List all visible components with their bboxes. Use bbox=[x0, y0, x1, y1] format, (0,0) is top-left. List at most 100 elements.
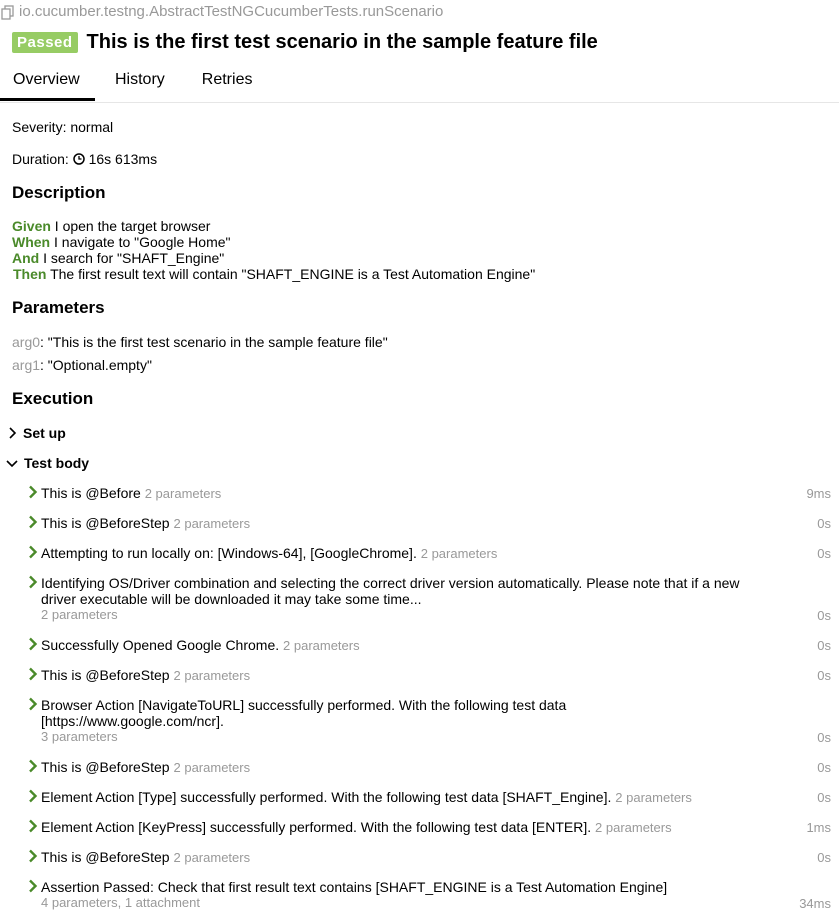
step-row[interactable]: Element Action [Type] successfully perfo… bbox=[28, 789, 831, 809]
step-text: I search for "SHAFT_Engine" bbox=[39, 250, 225, 266]
step-params[interactable]: 2 parameters bbox=[421, 546, 498, 561]
execution-heading: Execution bbox=[12, 389, 94, 408]
step-row[interactable]: This is @BeforeStep 2 parameters 0s bbox=[28, 667, 831, 687]
duration-value: 16s 613ms bbox=[88, 151, 158, 167]
chevron-right-icon bbox=[29, 485, 38, 499]
step-params[interactable]: 2 parameters bbox=[283, 638, 360, 653]
step-text: This is @BeforeStep bbox=[41, 515, 170, 531]
step-row[interactable]: Identifying OS/Driver combination and se… bbox=[28, 575, 831, 623]
chevron-right-icon bbox=[29, 759, 38, 773]
step-duration: 0s bbox=[817, 790, 831, 805]
step-row[interactable]: This is @BeforeStep 2 parameters 0s bbox=[28, 515, 831, 535]
step-params[interactable]: 2 parameters bbox=[615, 790, 692, 805]
test-body-label: Test body bbox=[24, 455, 90, 471]
test-path: io.cucumber.testng.AbstractTestNGCucumbe… bbox=[0, 3, 443, 20]
description-line: When I navigate to "Google Home" bbox=[12, 234, 230, 250]
step-text: Element Action [KeyPress] successfully p… bbox=[41, 819, 592, 835]
page-title: This is the first test scenario in the s… bbox=[86, 31, 598, 53]
step-keyword: When bbox=[12, 234, 51, 250]
parameter-name: arg1 bbox=[12, 357, 41, 373]
step-params[interactable]: 3 parameters bbox=[41, 729, 761, 745]
step-keyword: Given bbox=[12, 218, 51, 234]
tab-overview[interactable]: Overview bbox=[0, 64, 95, 101]
setup-label: Set up bbox=[23, 425, 66, 441]
step-text: Successfully Opened Google Chrome. bbox=[41, 637, 280, 653]
description-line: And I search for "SHAFT_Engine" bbox=[12, 250, 224, 266]
step-text: driver executable will be downloaded it … bbox=[41, 591, 422, 607]
step-duration: 0s bbox=[817, 850, 831, 865]
step-row[interactable]: Browser Action [NavigateToURL] successfu… bbox=[28, 697, 831, 745]
step-text: This is @Before bbox=[41, 485, 141, 501]
chevron-right-icon bbox=[29, 575, 38, 589]
chevron-down-icon bbox=[6, 459, 18, 467]
chevron-right-icon bbox=[29, 789, 38, 803]
description-line: Given I open the target browser bbox=[12, 218, 210, 234]
parameter-value: : "Optional.empty" bbox=[40, 357, 152, 373]
step-duration: 9ms bbox=[806, 486, 831, 501]
parameter-row: arg0: "This is the first test scenario i… bbox=[12, 334, 388, 350]
chevron-right-icon bbox=[29, 879, 38, 893]
step-duration: 0s bbox=[817, 730, 831, 745]
test-path-text: io.cucumber.testng.AbstractTestNGCucumbe… bbox=[19, 3, 444, 20]
step-params[interactable]: 2 parameters bbox=[145, 486, 222, 501]
step-params[interactable]: 2 parameters bbox=[174, 516, 251, 531]
copy-icon[interactable] bbox=[0, 4, 16, 20]
chevron-right-icon bbox=[29, 697, 38, 711]
parameter-row: arg1: "Optional.empty" bbox=[12, 357, 152, 373]
step-duration: 0s bbox=[817, 760, 831, 775]
parameter-value: : "This is the first test scenario in th… bbox=[40, 334, 388, 350]
step-params[interactable]: 2 parameters bbox=[595, 820, 672, 835]
duration-label: Duration: bbox=[12, 151, 69, 167]
step-row[interactable]: This is @BeforeStep 2 parameters 0s bbox=[28, 849, 831, 869]
step-duration: 34ms bbox=[799, 896, 831, 911]
tab-bar: Overview History Retries bbox=[0, 64, 265, 101]
step-row[interactable]: This is @Before 2 parameters 9ms bbox=[28, 485, 831, 505]
test-header: io.cucumber.testng.AbstractTestNGCucumbe… bbox=[0, 0, 839, 103]
step-text: This is @BeforeStep bbox=[41, 759, 170, 775]
step-keyword: And bbox=[12, 250, 40, 266]
chevron-right-icon bbox=[29, 545, 38, 559]
step-text: Attempting to run locally on: [Windows-6… bbox=[41, 545, 417, 561]
chevron-right-icon bbox=[29, 515, 38, 529]
step-params[interactable]: 2 parameters bbox=[174, 668, 251, 683]
step-row[interactable]: Assertion Passed: Check that first resul… bbox=[28, 879, 831, 913]
step-keyword: Then bbox=[13, 266, 47, 282]
parameters-heading: Parameters bbox=[12, 298, 105, 317]
step-row[interactable]: Element Action [KeyPress] successfully p… bbox=[28, 819, 831, 839]
step-text: I navigate to "Google Home" bbox=[50, 234, 231, 250]
step-text: Assertion Passed: Check that first resul… bbox=[41, 879, 668, 895]
step-text: Identifying OS/Driver combination and se… bbox=[41, 575, 740, 591]
chevron-right-icon bbox=[9, 427, 17, 439]
step-params[interactable]: 2 parameters bbox=[174, 850, 251, 865]
step-duration: 0s bbox=[817, 608, 831, 623]
step-params[interactable]: 2 parameters bbox=[41, 607, 761, 623]
tab-history[interactable]: History bbox=[102, 64, 175, 101]
step-duration: 0s bbox=[817, 668, 831, 683]
step-params[interactable]: 4 parameters, 1 attachment bbox=[41, 895, 761, 911]
step-text: Browser Action [NavigateToURL] successfu… bbox=[41, 697, 567, 713]
chevron-right-icon bbox=[29, 637, 38, 651]
step-text: The first result text will contain "SHAF… bbox=[46, 266, 536, 282]
step-text: [https://www.google.com/ncr]. bbox=[41, 713, 224, 729]
test-body-toggle[interactable]: Test body bbox=[6, 455, 89, 471]
setup-toggle[interactable]: Set up bbox=[8, 425, 66, 441]
step-duration: 0s bbox=[817, 546, 831, 561]
step-duration: 0s bbox=[817, 516, 831, 531]
step-row[interactable]: Successfully Opened Google Chrome. 2 par… bbox=[28, 637, 831, 657]
step-duration: 0s bbox=[817, 638, 831, 653]
description-line: Then The first result text will contain … bbox=[13, 266, 535, 282]
chevron-right-icon bbox=[29, 819, 38, 833]
step-row[interactable]: Attempting to run locally on: [Windows-6… bbox=[28, 545, 831, 565]
chevron-right-icon bbox=[29, 667, 38, 681]
parameter-name: arg0 bbox=[12, 334, 41, 350]
description-heading: Description bbox=[12, 183, 106, 202]
chevron-right-icon bbox=[29, 849, 38, 863]
step-text: This is @BeforeStep bbox=[41, 849, 170, 865]
step-row[interactable]: This is @BeforeStep 2 parameters 0s bbox=[28, 759, 831, 779]
step-text: Element Action [Type] successfully perfo… bbox=[41, 789, 612, 805]
step-params[interactable]: 2 parameters bbox=[174, 760, 251, 775]
step-duration: 1ms bbox=[806, 820, 831, 835]
severity: Severity: normal bbox=[12, 119, 114, 135]
tab-retries[interactable]: Retries bbox=[189, 64, 266, 101]
duration: Duration: 16s 613ms bbox=[12, 151, 157, 167]
